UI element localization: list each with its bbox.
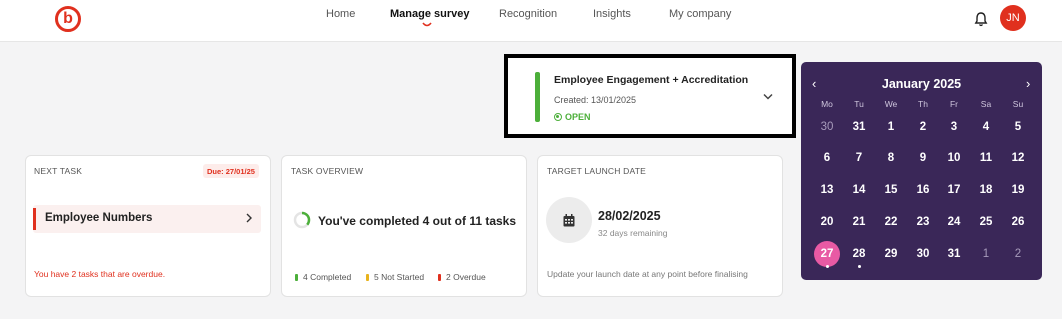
task-overview-summary: You've completed 4 out of 11 tasks <box>318 214 517 228</box>
status-circle-icon <box>554 113 562 121</box>
user-avatar[interactable]: JN <box>1000 5 1026 31</box>
calendar-weekday: Mo <box>821 99 833 109</box>
survey-status-bar <box>535 72 540 122</box>
calendar-event-dot <box>825 265 829 268</box>
survey-created-date: Created: 13/01/2025 <box>554 95 637 105</box>
nav-home[interactable]: Home <box>326 8 355 20</box>
calendar-day[interactable]: 3 <box>941 114 967 140</box>
calendar-weekday: Sa <box>980 99 992 109</box>
calendar-day[interactable]: 4 <box>973 114 999 140</box>
calendar-day[interactable]: 11 <box>973 145 999 171</box>
nav-recognition[interactable]: Recognition <box>499 8 557 20</box>
next-task-heading: NEXT TASK <box>34 166 83 176</box>
progress-ring-icon <box>293 211 311 229</box>
calendar-day[interactable]: 10 <box>941 145 967 171</box>
calendar-event-dot <box>857 265 861 268</box>
survey-status-badge: OPEN <box>554 112 591 122</box>
calendar-day[interactable]: 21 <box>846 209 872 235</box>
calendar-day[interactable]: 8 <box>878 145 904 171</box>
yellow-swatch-icon <box>366 273 369 281</box>
calendar-day[interactable]: 28 <box>846 241 872 267</box>
calendar-weekday: We <box>884 99 898 109</box>
calendar-day[interactable]: 19 <box>1005 177 1031 203</box>
calendar-day[interactable]: 16 <box>910 177 936 203</box>
calendar-day[interactable]: 24 <box>941 209 967 235</box>
launch-date-value: 28/02/2025 <box>598 209 661 223</box>
nav-insights[interactable]: Insights <box>593 8 631 20</box>
calendar-day[interactable]: 2 <box>1005 241 1031 267</box>
due-date-badge: Due: 27/01/25 <box>203 164 259 178</box>
brand-logo[interactable]: b <box>55 6 81 32</box>
calendar-day[interactable]: 17 <box>941 177 967 203</box>
calendar-day[interactable]: 12 <box>1005 145 1031 171</box>
calendar-month-label: January 2025 <box>801 77 1042 91</box>
calendar-weekday: Su <box>1012 99 1024 109</box>
calendar-day[interactable]: 1 <box>878 114 904 140</box>
calendar-weekday: Tu <box>854 99 864 109</box>
calendar-icon-circle <box>546 197 592 243</box>
calendar-year: 2025 <box>933 77 962 91</box>
legend-not-started: 5 Not Started <box>366 272 424 282</box>
calendar-day[interactable]: 23 <box>910 209 936 235</box>
calendar-day[interactable]: 5 <box>1005 114 1031 140</box>
legend-not-started-label: 5 Not Started <box>374 272 425 282</box>
calendar-day[interactable]: 20 <box>814 209 840 235</box>
chevron-right-icon[interactable] <box>246 213 252 223</box>
launch-days-remaining: 32 days remaining <box>598 228 668 238</box>
nav-manage-survey[interactable]: Manage survey <box>390 8 469 20</box>
calendar-weekday: Fr <box>949 99 959 109</box>
calendar-day[interactable]: 6 <box>814 145 840 171</box>
calendar-day[interactable]: 2 <box>910 114 936 140</box>
legend-overdue-label: 2 Overdue <box>446 272 486 282</box>
legend-completed-label: 4 Completed <box>303 272 352 282</box>
calendar-widget: ‹ January 2025 › Mo Tu We Th Fr Sa Su 30 31 1 2 3 4 5… <box>801 62 1042 280</box>
survey-title: Employee Engagement + Accreditation <box>554 74 749 86</box>
red-swatch-icon <box>438 273 441 281</box>
calendar-month: January <box>881 77 930 91</box>
calendar-icon <box>563 213 575 226</box>
calendar-day[interactable]: 25 <box>973 209 999 235</box>
calendar-day[interactable]: 22 <box>878 209 904 235</box>
green-swatch-icon <box>295 273 298 281</box>
calendar-day[interactable]: 1 <box>973 241 999 267</box>
calendar-day[interactable]: 9 <box>910 145 936 171</box>
calendar-day[interactable]: 18 <box>973 177 999 203</box>
calendar-day[interactable]: 15 <box>878 177 904 203</box>
survey-status-label: OPEN <box>565 112 591 122</box>
calendar-day[interactable]: 31 <box>941 241 967 267</box>
launch-date-heading: TARGET LAUNCH DATE <box>547 166 647 176</box>
calendar-weekday: Th <box>918 99 928 109</box>
launch-date-note: Update your launch date at any point bef… <box>547 269 748 279</box>
calendar-day[interactable]: 7 <box>846 145 872 171</box>
calendar-day-selected[interactable]: 27 <box>814 241 840 267</box>
calendar-day[interactable]: 31 <box>846 114 872 140</box>
overdue-message: You have 2 tasks that are overdue. <box>34 269 166 279</box>
legend-overdue: 2 Overdue <box>438 272 486 282</box>
task-priority-bar <box>33 208 36 230</box>
legend-completed: 4 Completed <box>295 272 351 282</box>
chevron-right-icon[interactable]: › <box>1026 76 1030 91</box>
calendar-day[interactable]: 29 <box>878 241 904 267</box>
calendar-day[interactable]: 26 <box>1005 209 1031 235</box>
top-navigation-bar: b Home Manage survey Recognition Insight… <box>0 0 1062 42</box>
task-overview-heading: TASK OVERVIEW <box>291 166 364 176</box>
active-tab-indicator-icon <box>422 22 432 27</box>
calendar-day[interactable]: 30 <box>814 114 840 140</box>
calendar-day[interactable]: 14 <box>846 177 872 203</box>
calendar-day[interactable]: 30 <box>910 241 936 267</box>
chevron-down-icon[interactable] <box>763 93 773 100</box>
nav-my-company[interactable]: My company <box>669 8 731 20</box>
next-task-label: Employee Numbers <box>45 212 153 224</box>
bell-icon[interactable] <box>974 11 988 27</box>
calendar-day[interactable]: 13 <box>814 177 840 203</box>
